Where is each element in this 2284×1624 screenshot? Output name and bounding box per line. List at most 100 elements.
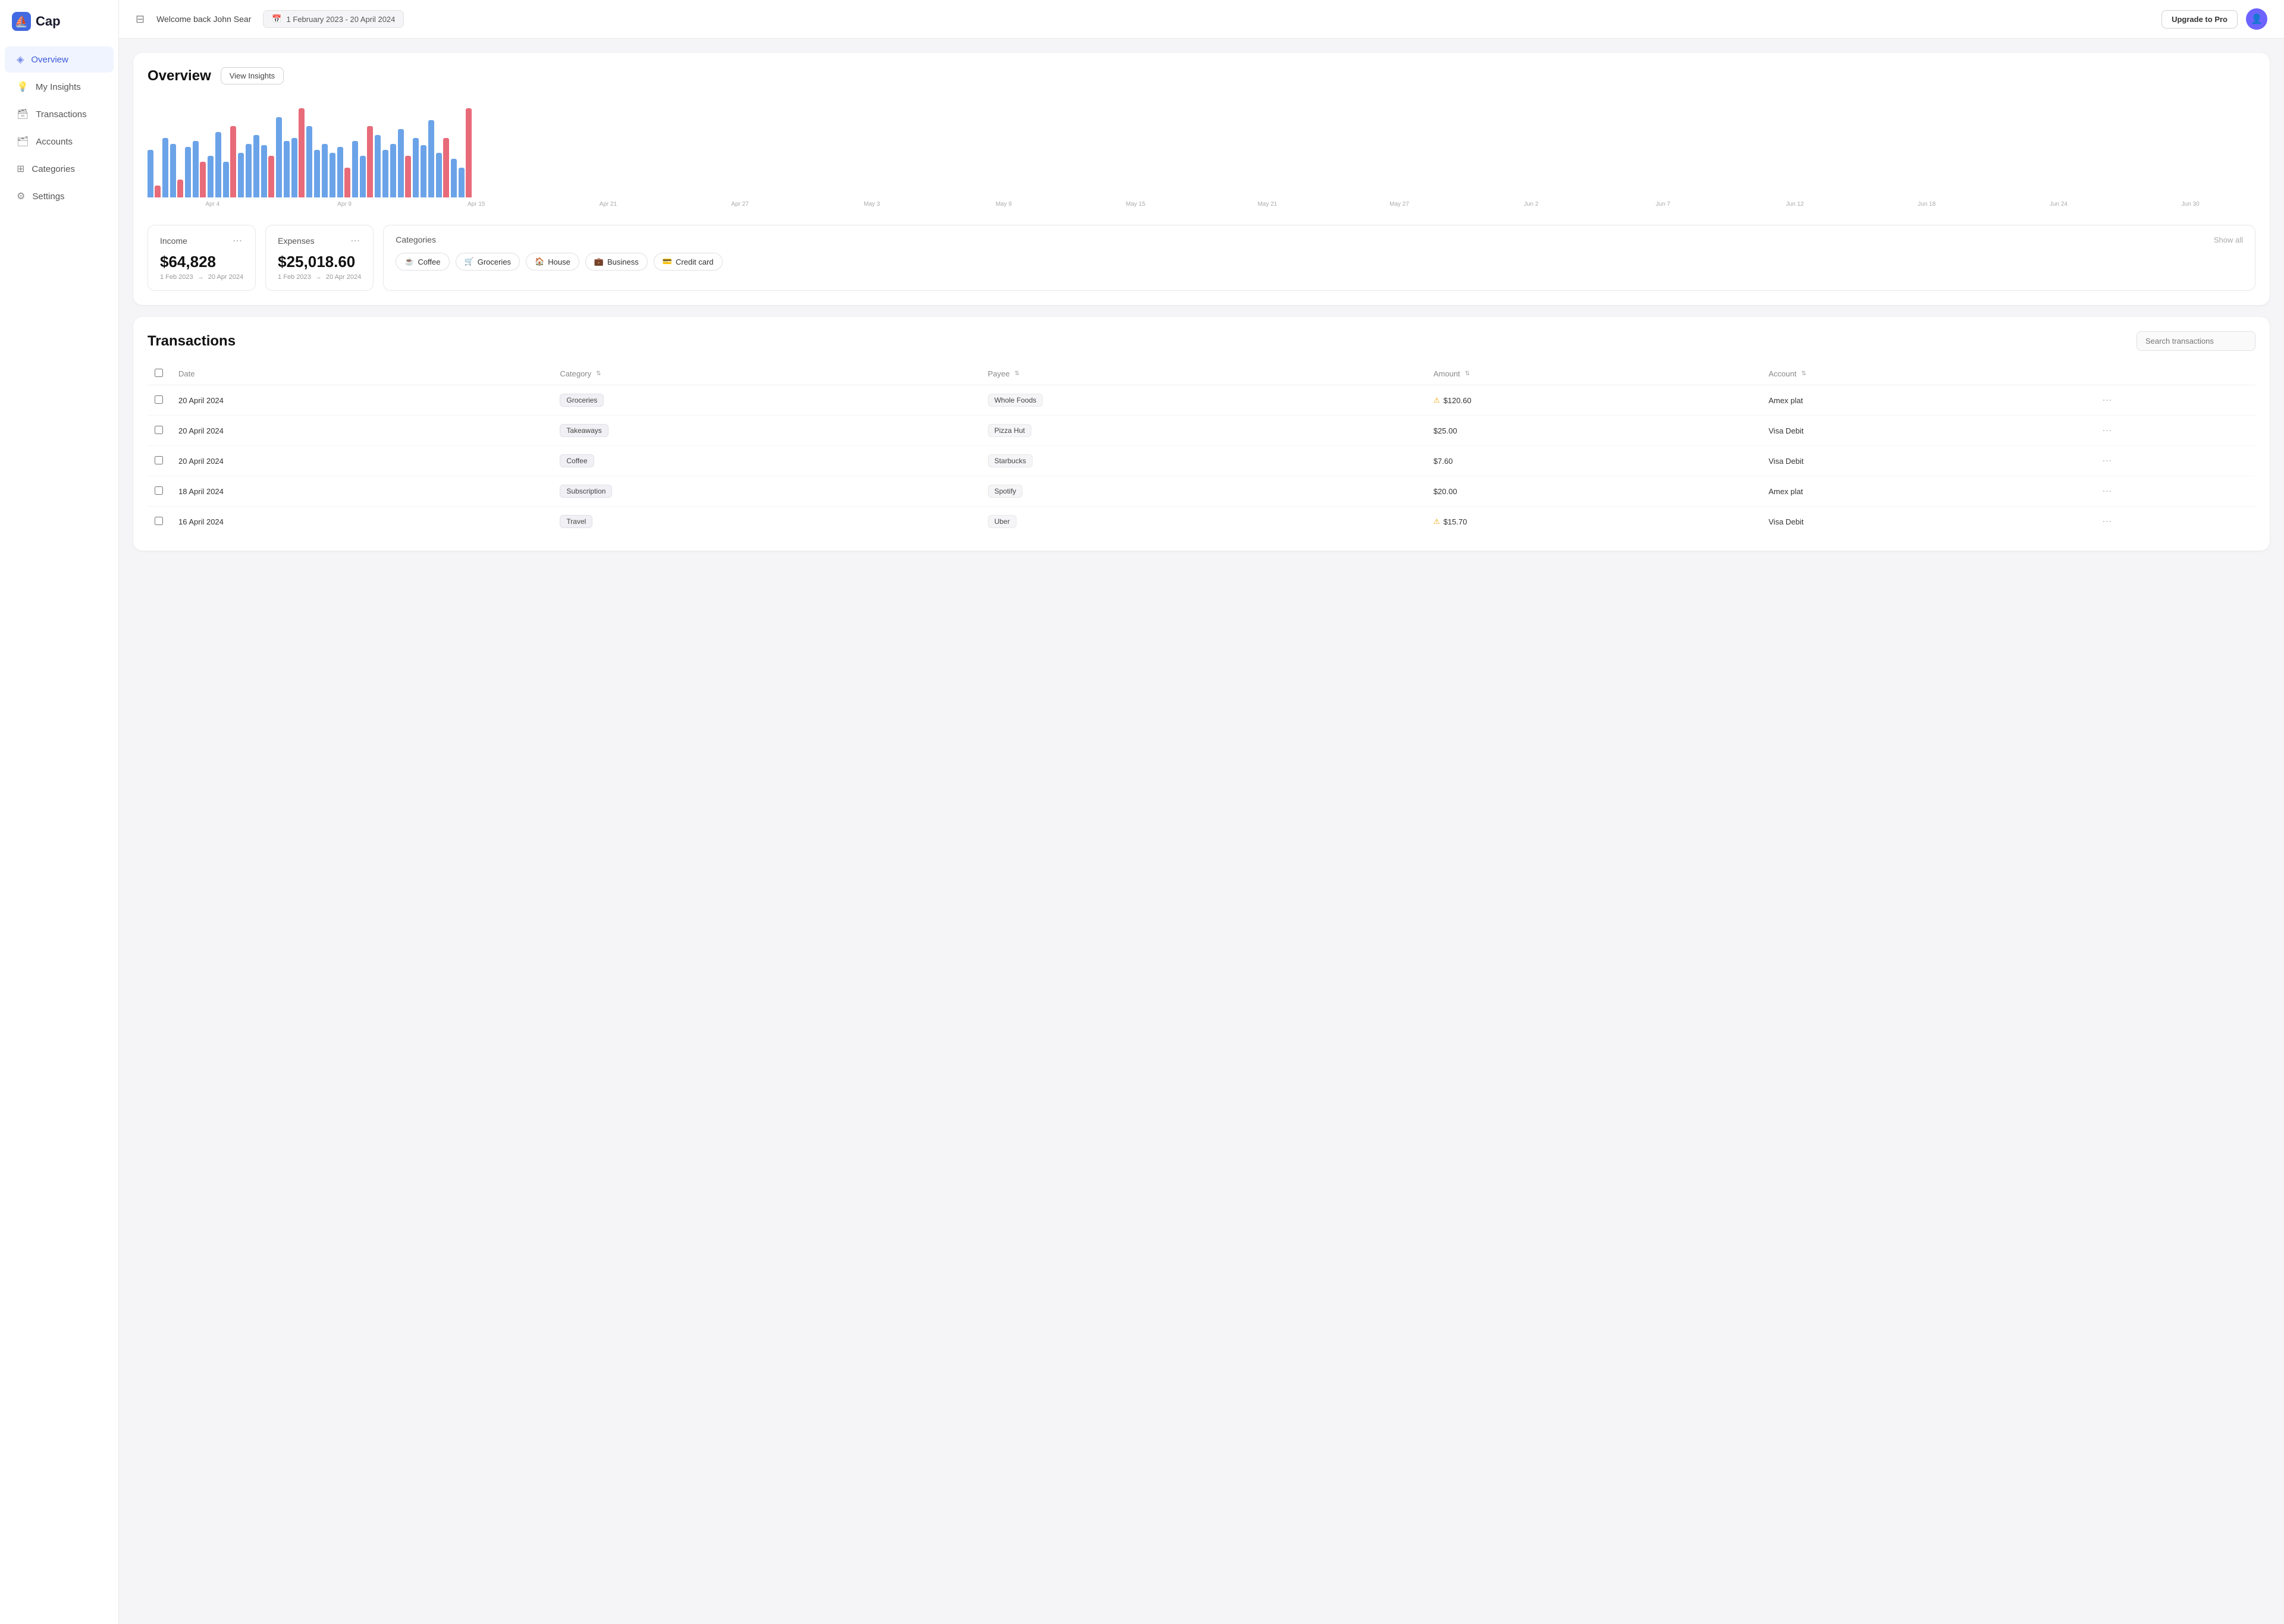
chart-bar-group-21 <box>360 126 373 197</box>
row-checkbox-1[interactable] <box>155 426 163 434</box>
sidebar-item-transactions[interactable]: 🗃Transactions <box>5 101 114 127</box>
chart-bar-red <box>443 138 449 197</box>
row-payee-0: Whole Foods <box>981 385 1426 416</box>
row-account-4: Visa Debit <box>1761 507 2095 537</box>
chart-bar-blue <box>215 132 221 197</box>
sidebar-item-categories[interactable]: ⊞Categories <box>5 156 114 182</box>
logo-icon: ⛵ <box>12 12 31 31</box>
category-chip-coffee[interactable]: ☕Coffee <box>396 253 449 271</box>
row-checkbox-0[interactable] <box>155 395 163 404</box>
show-all-button[interactable]: Show all <box>2214 235 2243 244</box>
row-payee-2: Starbucks <box>981 446 1426 476</box>
welcome-text: Welcome back John Sear <box>156 14 251 24</box>
chart-bar-blue <box>148 150 153 197</box>
row-payee-1: Pizza Hut <box>981 416 1426 446</box>
expenses-header: Expenses ⋯ <box>278 235 361 247</box>
sidebar-item-accounts[interactable]: 🗂Accounts <box>5 128 114 155</box>
chart-bar-group-3 <box>185 147 191 197</box>
chart-bar-group-2 <box>170 144 183 197</box>
chart-bar-group-18 <box>330 153 335 197</box>
chart-bar-blue <box>208 156 214 197</box>
row-category-4: Travel <box>553 507 980 537</box>
row-actions-2: ⋯ <box>2095 446 2255 476</box>
transactions-table-head: Date Category ⇅ Payee ⇅ Amount ⇅ Account… <box>148 363 2255 385</box>
row-checkbox-cell <box>148 507 171 537</box>
category-chip-business[interactable]: 💼Business <box>585 253 648 271</box>
logo: ⛵ Cap <box>0 12 118 45</box>
overview-title: Overview <box>148 68 211 84</box>
chart-bar-blue <box>185 147 191 197</box>
row-menu-button-1[interactable]: ⋯ <box>2102 426 2113 436</box>
date-range-text: 1 February 2023 - 20 April 2024 <box>287 15 396 24</box>
chart-x-label-2: Apr 15 <box>411 201 541 208</box>
income-date-from: 1 Feb 2023 <box>160 274 193 281</box>
row-menu-button-3[interactable]: ⋯ <box>2102 486 2113 497</box>
chart-bar-blue <box>170 144 176 197</box>
income-date-arrow: → <box>197 274 204 281</box>
chart-bar-blue <box>306 126 312 197</box>
row-menu-button-4[interactable]: ⋯ <box>2102 517 2113 527</box>
category-chip-house[interactable]: 🏠House <box>526 253 579 271</box>
select-all-checkbox[interactable] <box>155 369 163 377</box>
sidebar-toggle-button[interactable]: ⊟ <box>136 13 145 26</box>
warning-icon: ⚠ <box>1433 396 1440 404</box>
expenses-menu-button[interactable]: ⋯ <box>350 235 361 247</box>
row-checkbox-cell <box>148 446 171 476</box>
chart-bar-blue <box>322 144 328 197</box>
row-account-3: Amex plat <box>1761 476 2095 507</box>
chart-bar-group-14 <box>291 108 305 197</box>
table-header-row: Date Category ⇅ Payee ⇅ Amount ⇅ Account… <box>148 363 2255 385</box>
account-column-header[interactable]: Account ⇅ <box>1761 363 2095 385</box>
avatar[interactable]: 👤 <box>2246 8 2267 30</box>
chart-bars <box>148 96 2255 197</box>
payee-column-header[interactable]: Payee ⇅ <box>981 363 1426 385</box>
overview-header: Overview View Insights <box>148 67 2255 84</box>
header: ⊟ Welcome back John Sear 📅 1 February 20… <box>119 0 2284 39</box>
category-chip-groceries[interactable]: 🛒Groceries <box>456 253 520 271</box>
sidebar-item-overview[interactable]: ◈Overview <box>5 46 114 73</box>
sidebar-label-settings: Settings <box>32 191 64 202</box>
upgrade-button[interactable]: Upgrade to Pro <box>2161 10 2238 29</box>
accounts-icon: 🗂 <box>17 136 29 147</box>
chart-bar-blue <box>382 150 388 197</box>
categories-icon: ⊞ <box>17 163 24 175</box>
row-date-2: 20 April 2024 <box>171 446 553 476</box>
row-actions-1: ⋯ <box>2095 416 2255 446</box>
chart-bar-blue <box>162 138 168 197</box>
chart-x-label-11: Jun 7 <box>1598 201 1728 208</box>
chart-bar-blue <box>459 168 465 197</box>
sidebar-item-my-insights[interactable]: 💡My Insights <box>5 74 114 100</box>
row-menu-button-2[interactable]: ⋯ <box>2102 456 2113 466</box>
chart-x-label-13: Jun 18 <box>1862 201 1992 208</box>
chart-bar-group-29 <box>436 138 449 197</box>
row-amount-2: $7.60 <box>1426 446 1761 476</box>
transactions-title: Transactions <box>148 333 236 350</box>
date-range-picker[interactable]: 📅 1 February 2023 - 20 April 2024 <box>263 10 404 28</box>
row-checkbox-3[interactable] <box>155 486 163 495</box>
groceries-chip-label: Groceries <box>478 257 511 266</box>
row-actions-0: ⋯ <box>2095 385 2255 416</box>
row-amount-3: $20.00 <box>1426 476 1761 507</box>
row-checkbox-4[interactable] <box>155 517 163 525</box>
row-menu-button-0[interactable]: ⋯ <box>2102 395 2113 406</box>
chart-bar-blue <box>413 138 419 197</box>
income-value: $64,828 <box>160 253 243 271</box>
row-checkbox-2[interactable] <box>155 456 163 464</box>
expenses-value: $25,018.60 <box>278 253 361 271</box>
chart-bar-blue <box>428 120 434 197</box>
income-menu-button[interactable]: ⋯ <box>233 235 243 247</box>
chart-bar-group-11 <box>261 145 274 197</box>
category-chip-credit-card[interactable]: 💳Credit card <box>654 253 723 271</box>
amount-column-header[interactable]: Amount ⇅ <box>1426 363 1761 385</box>
category-column-header[interactable]: Category ⇅ <box>553 363 980 385</box>
chart-bar-group-23 <box>382 150 388 197</box>
chart-bar-group-8 <box>238 153 244 197</box>
view-insights-button[interactable]: View Insights <box>221 67 284 84</box>
income-date: 1 Feb 2023 → 20 Apr 2024 <box>160 274 243 281</box>
chart-bar-group-9 <box>246 144 252 197</box>
actions-column-header <box>2095 363 2255 385</box>
search-input[interactable] <box>2136 331 2255 351</box>
sidebar-item-settings[interactable]: ⚙Settings <box>5 183 114 209</box>
row-payee-4: Uber <box>981 507 1426 537</box>
chart-bar-blue <box>223 162 229 197</box>
